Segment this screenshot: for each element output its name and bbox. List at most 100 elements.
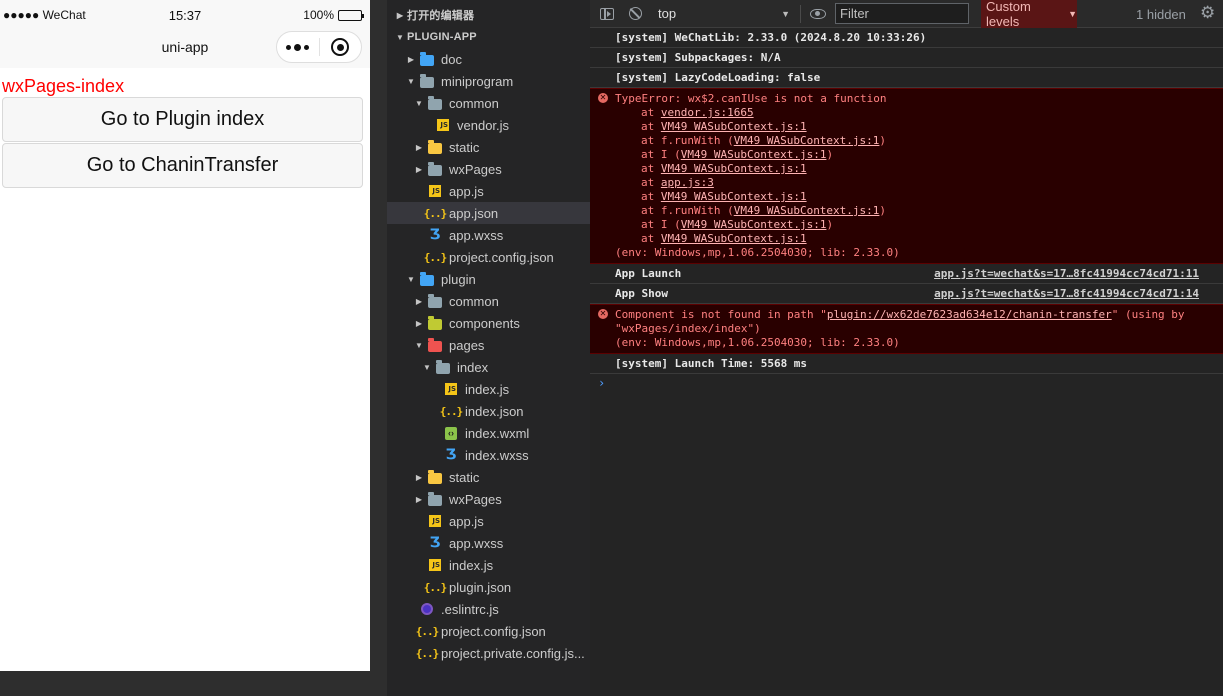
live-expression-button[interactable]: [807, 3, 829, 25]
tree-item-index-wxml[interactable]: ‹› index.wxml: [387, 422, 590, 444]
error-icon: ✕: [598, 309, 608, 319]
tree-item-app-json[interactable]: {..} app.json: [387, 202, 590, 224]
tree-item-label: common: [449, 95, 499, 111]
arrow-spacer: [429, 422, 441, 444]
eye-icon: [810, 8, 826, 19]
chevron-right-icon: ▶: [415, 318, 423, 328]
stack-source-link[interactable]: VM49 WASubContext.js:1: [661, 190, 807, 203]
tree-item-label: app.wxss: [449, 227, 504, 243]
tree-item-plugin-json[interactable]: {..} plugin.json: [387, 576, 590, 598]
folder-icon: [427, 161, 443, 177]
tree-item-eslintrc-js[interactable]: .eslintrc.js: [387, 598, 590, 620]
json-file-icon: {..}: [423, 206, 447, 220]
folder-icon: [427, 315, 443, 331]
stack-source-link[interactable]: VM49 WASubContext.js:1: [681, 148, 827, 161]
tree-item-label: wxPages: [449, 161, 502, 177]
stack-source-link[interactable]: vendor.js:1665: [661, 106, 754, 119]
folder-icon: [427, 337, 443, 353]
folder-icon: [419, 51, 435, 67]
js-file-icon: JS: [427, 183, 443, 199]
project-section[interactable]: ▼ PLUGIN-APP: [387, 26, 477, 48]
css-file-icon: Ʒ: [445, 447, 457, 463]
stack-source-link[interactable]: VM49 WASubContext.js:1: [661, 232, 807, 245]
tree-item-app-js[interactable]: JS app.js: [387, 180, 590, 202]
chevron-right-icon: ▶: [415, 472, 423, 482]
go-to-chanin-transfer-button[interactable]: Go to ChaninTransfer: [2, 143, 363, 188]
tree-item-miniprogram[interactable]: ▼ miniprogram: [387, 70, 590, 92]
stack-source-link[interactable]: app.js:3: [661, 176, 714, 189]
arrow-spacer: [429, 444, 441, 466]
tree-item-wxpages[interactable]: ▶ wxPages: [387, 488, 590, 510]
menu-capsule: [276, 31, 362, 63]
tree-item-doc[interactable]: ▶ doc: [387, 48, 590, 70]
tree-item-plugin[interactable]: ▼ plugin: [387, 268, 590, 290]
error-icon: ✕: [598, 93, 608, 103]
dropdown-caret-icon: ▼: [1068, 9, 1077, 19]
stack-source-link[interactable]: VM49 WASubContext.js:1: [661, 120, 807, 133]
error-line: at vendor.js:1665: [615, 106, 1223, 120]
go-to-plugin-index-button[interactable]: Go to Plugin index: [2, 97, 363, 142]
log-source-link[interactable]: app.js?t=wechat&s=17…8fc41994cc74cd71:14: [934, 287, 1199, 301]
toggle-sidebar-button[interactable]: [596, 3, 618, 25]
error-line: at VM49 WASubContext.js:1: [615, 120, 1223, 134]
tree-item-label: app.json: [449, 205, 499, 221]
tree-item-components[interactable]: ▶ components: [387, 312, 590, 334]
tree-item-label: index: [457, 359, 489, 375]
arrow-spacer: [413, 532, 425, 554]
js-file-icon: JS: [427, 557, 443, 573]
tree-item-pages[interactable]: ▼ pages: [387, 334, 590, 356]
chevron-down-icon: ▼: [407, 274, 415, 284]
tree-item-common[interactable]: ▼ common: [387, 92, 590, 114]
tree-item-project-config-json[interactable]: {..} project.config.json: [387, 620, 590, 642]
tree-item-label: app.js: [449, 183, 484, 199]
open-editors-section[interactable]: ▶ 打开的编辑器: [387, 4, 474, 26]
close-miniprogram-button[interactable]: [320, 32, 362, 62]
tree-item-common[interactable]: ▶ common: [387, 290, 590, 312]
custom-levels-dropdown[interactable]: Custom levels ▼: [981, 0, 1077, 29]
console-log-message: App Show app.js?t=wechat&s=17…8fc41994cc7…: [590, 284, 1223, 304]
context-select[interactable]: top ▼: [654, 3, 794, 25]
stack-source-link[interactable]: VM49 WASubContext.js:1: [661, 162, 807, 175]
console-log-message: [system] Launch Time: 5568 ms: [590, 354, 1223, 374]
tree-item-wxpages[interactable]: ▶ wxPages: [387, 158, 590, 180]
error-text: ): [826, 218, 834, 231]
error-text: at f.runWith (: [641, 134, 734, 147]
tree-item-label: pages: [449, 337, 485, 353]
error-text: at: [641, 190, 661, 203]
tree-item-label: vendor.js: [457, 117, 510, 133]
tree-item-vendor-js[interactable]: JS vendor.js: [387, 114, 590, 136]
tree-item-app-wxss[interactable]: Ʒapp.wxss: [387, 224, 590, 246]
tree-item-index[interactable]: ▼ index: [387, 356, 590, 378]
page-heading: wxPages-index: [2, 76, 125, 96]
tree-item-index-json[interactable]: {..} index.json: [387, 400, 590, 422]
error-text: " (using by: [1111, 308, 1185, 321]
tree-item-static[interactable]: ▶ static: [387, 136, 590, 158]
stack-source-link[interactable]: VM49 WASubContext.js:1: [734, 134, 880, 147]
stack-source-link[interactable]: VM49 WASubContext.js:1: [734, 204, 880, 217]
json-file-icon: {..}: [423, 580, 447, 594]
log-source-link[interactable]: app.js?t=wechat&s=17…8fc41994cc74cd71:11: [934, 267, 1199, 281]
simulator-panel: ●●●●● WeChat 15:37 100% uni-app wxPages-…: [0, 0, 387, 696]
tree-item-app-js[interactable]: JS app.js: [387, 510, 590, 532]
tree-item-project-config-json[interactable]: {..} project.config.json: [387, 246, 590, 268]
tree-item-index-wxss[interactable]: Ʒindex.wxss: [387, 444, 590, 466]
eslint-file-icon: [419, 601, 435, 617]
console-messages: [system] WeChatLib: 2.33.0 (2024.8.20 10…: [590, 28, 1223, 374]
log-text: App Launch: [615, 267, 682, 280]
clear-console-button[interactable]: [624, 3, 646, 25]
tree-item-static[interactable]: ▶ static: [387, 466, 590, 488]
tree-item-app-wxss[interactable]: Ʒapp.wxss: [387, 532, 590, 554]
error-line: at I (VM49 WASubContext.js:1): [615, 148, 1223, 162]
more-menu-button[interactable]: [277, 32, 319, 62]
folder-icon: [427, 469, 443, 485]
settings-gear-icon[interactable]: ⚙: [1200, 3, 1215, 23]
hidden-count: 1 hidden: [1136, 7, 1186, 22]
tree-item-index-js[interactable]: JS index.js: [387, 378, 590, 400]
stack-source-link[interactable]: plugin://wx62de7623ad634e12/chanin-trans…: [827, 308, 1112, 321]
filter-input[interactable]: [835, 3, 969, 24]
console-prompt[interactable]: ›: [590, 374, 1223, 392]
tree-item-index-js[interactable]: JS index.js: [387, 554, 590, 576]
error-line: at app.js:3: [615, 176, 1223, 190]
stack-source-link[interactable]: VM49 WASubContext.js:1: [681, 218, 827, 231]
tree-item-project-private-config-js[interactable]: {..} project.private.config.js...: [387, 642, 590, 664]
